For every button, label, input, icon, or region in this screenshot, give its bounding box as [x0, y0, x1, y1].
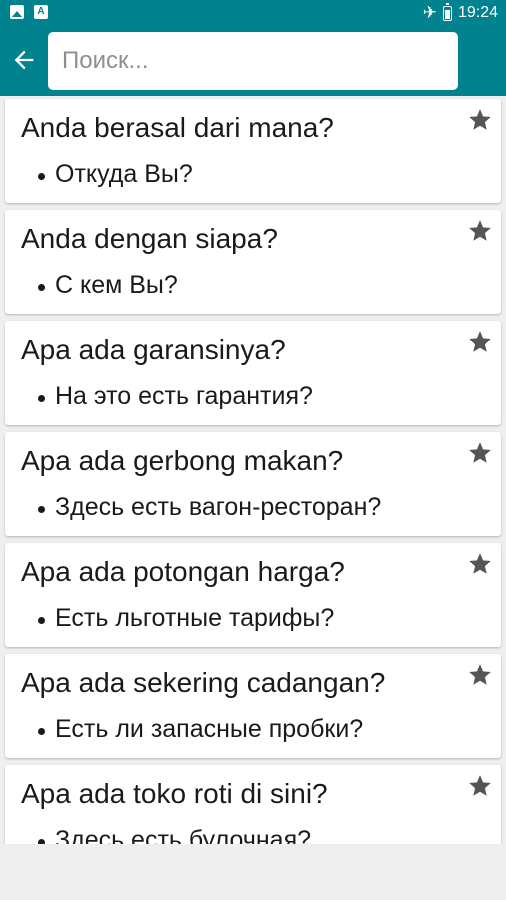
battery-icon	[442, 2, 452, 21]
translation-text: На это есть гарантия?	[55, 382, 313, 410]
status-bar: A ✈ 19:24	[0, 0, 506, 26]
phrase-card[interactable]: Anda dengan siapa? С кем Вы?	[5, 210, 501, 314]
star-icon[interactable]	[467, 551, 493, 577]
bullet-icon	[38, 728, 45, 735]
translation-text: Здесь есть булочная?	[55, 826, 312, 844]
translation-text: С кем Вы?	[55, 271, 178, 299]
status-time: 19:24	[457, 4, 498, 21]
image-notification-icon	[10, 5, 24, 19]
star-icon[interactable]	[467, 329, 493, 355]
bullet-icon	[38, 395, 45, 402]
phrase-card[interactable]: Apa ada sekering cadangan? Есть ли запас…	[5, 654, 501, 758]
airplane-mode-icon: ✈	[422, 3, 437, 22]
phrase-list: Anda berasal dari mana? Откуда Вы? Anda …	[0, 96, 506, 844]
translation-text: Здесь есть вагон-ресторан?	[55, 493, 382, 521]
phrase-card[interactable]: Apa ada potongan harga? Есть льготные та…	[5, 543, 501, 647]
star-icon[interactable]	[467, 440, 493, 466]
phrase-text: Apa ada sekering cadangan?	[21, 667, 386, 698]
phrase-text: Apa ada toko roti di sini?	[21, 778, 328, 809]
star-icon[interactable]	[467, 218, 493, 244]
search-input[interactable]	[48, 32, 458, 90]
phrase-card[interactable]: Apa ada garansinya? На это есть гарантия…	[5, 321, 501, 425]
bottom-area	[0, 844, 506, 900]
bullet-icon	[38, 617, 45, 624]
star-icon[interactable]	[467, 107, 493, 133]
phrase-card[interactable]: Anda berasal dari mana? Откуда Вы?	[5, 99, 501, 203]
translation-text: Есть ли запасные пробки?	[55, 715, 364, 743]
phrase-text: Apa ada gerbong makan?	[21, 445, 344, 476]
toolbar	[0, 26, 506, 96]
star-icon[interactable]	[467, 662, 493, 688]
phrase-text: Anda berasal dari mana?	[21, 112, 334, 143]
star-icon[interactable]	[467, 773, 493, 799]
bullet-icon	[38, 173, 45, 180]
bullet-icon	[38, 284, 45, 291]
phrase-text: Apa ada garansinya?	[21, 334, 286, 365]
translation-text: Откуда Вы?	[55, 160, 193, 188]
bullet-icon	[38, 506, 45, 513]
back-button[interactable]	[4, 40, 44, 80]
phrase-card[interactable]: Apa ada gerbong makan? Здесь есть вагон-…	[5, 432, 501, 536]
phrase-text: Anda dengan siapa?	[21, 223, 278, 254]
arrow-left-icon	[14, 50, 34, 70]
translation-text: Есть льготные тарифы?	[55, 604, 335, 632]
phrase-card[interactable]: Apa ada toko roti di sini? Здесь есть бу…	[5, 765, 501, 844]
phrase-text: Apa ada potongan harga?	[21, 556, 345, 587]
app-notification-icon: A	[34, 5, 48, 19]
